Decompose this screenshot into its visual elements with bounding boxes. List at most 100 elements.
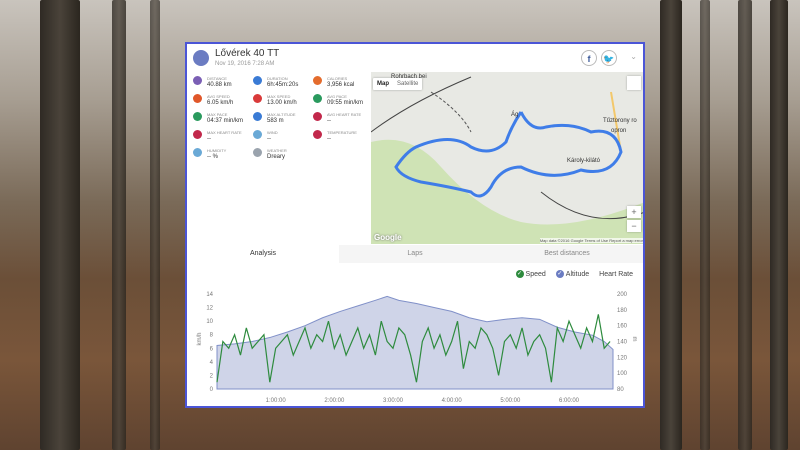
stat-value: --: [267, 136, 271, 142]
stat-value: --: [207, 136, 211, 142]
y-left-tick-label: 14: [206, 292, 213, 298]
stat-value: 04:37 min/km: [207, 118, 244, 124]
map-label: Károly-kilátó: [567, 158, 601, 164]
y-right-tick-label: 200: [617, 292, 628, 298]
map-label: Ág: [511, 112, 519, 118]
y-right-tick-label: 120: [617, 355, 628, 361]
stat-label: Max altitude: [267, 112, 296, 117]
x-tick-label: 1:00:00: [266, 398, 287, 404]
stat-label: Temperature: [327, 130, 357, 135]
stat-label: Calories: [327, 76, 348, 81]
chevron-down-icon[interactable]: ⌄: [630, 52, 637, 61]
route-map[interactable]: Map Satellite Rohrbach bei Tűztorony ro …: [371, 72, 643, 244]
x-tick-label: 3:00:00: [383, 398, 404, 404]
legend-speed[interactable]: ✓ Speed: [515, 270, 546, 278]
analysis-tabs: Analysis Laps Best distances: [187, 245, 643, 263]
stat-label: Distance: [207, 76, 227, 81]
analysis-chart: 0 2 4 6 8 10 12 14 80 100 120 140 160 180 200 1:00:00 2:…: [197, 292, 637, 404]
droplets-icon: [193, 148, 202, 157]
cloud-icon: [253, 148, 262, 157]
stat-value: 09:55 min/km: [327, 100, 364, 106]
stat-label: Avg pace: [327, 94, 347, 99]
clock-icon: [253, 76, 262, 85]
stat-label: Avg speed: [207, 94, 230, 99]
stat-value: 13.00 km/h: [267, 100, 297, 106]
stat-value: 3,956 kcal: [327, 82, 355, 88]
activity-type-icon: [193, 50, 209, 66]
map-canvas: [371, 76, 643, 244]
x-tick-label: 2:00:00: [324, 398, 345, 404]
stat-value: 6h:45m:20s: [267, 82, 299, 88]
activity-date: Nov 19, 2016 7:28 AM: [215, 61, 275, 67]
route-icon: [193, 76, 202, 85]
y-left-tick-label: 0: [210, 387, 214, 393]
x-tick-label: 5:00:00: [500, 398, 521, 404]
stat-label: Avg heart rate: [327, 112, 362, 117]
check-icon: ✓: [555, 270, 564, 278]
y-left-axis-label: km/h: [197, 332, 203, 345]
tab-laps[interactable]: Laps: [339, 245, 491, 263]
stat-label: Max pace: [207, 112, 228, 117]
x-tick-label: 4:00:00: [442, 398, 463, 404]
activity-title: Lővérek 40 TT: [215, 48, 280, 59]
stat-label: Humidity: [207, 148, 227, 153]
google-logo: Google: [374, 233, 402, 242]
y-right-tick-label: 100: [617, 371, 628, 377]
stat-value: 583 m: [267, 118, 284, 124]
activity-header: Lővérek 40 TT Nov 19, 2016 7:28 AM f 🐦 ⌄: [187, 44, 643, 72]
y-left-tick-label: 8: [210, 333, 214, 339]
stat-value: --: [327, 118, 331, 124]
y-left-tick-label: 10: [206, 319, 213, 325]
stat-label: Wind: [267, 130, 278, 135]
map-label: opron: [611, 128, 627, 134]
twitter-share-icon[interactable]: 🐦: [601, 50, 617, 66]
stat-label: Weather: [267, 148, 287, 153]
legend-speed-label: Speed: [525, 270, 546, 278]
y-left-tick-label: 2: [210, 373, 214, 379]
zoom-out-button[interactable]: −: [627, 220, 641, 232]
wind-icon: [253, 130, 262, 139]
x-tick-label: 6:00:00: [559, 398, 580, 404]
tab-best-distances[interactable]: Best distances: [491, 245, 643, 263]
stat-label: Max heart rate: [207, 130, 242, 135]
heart-icon: [313, 112, 322, 121]
pace-icon: [193, 112, 202, 121]
stat-label: Max speed: [267, 94, 291, 99]
route-path: [394, 111, 623, 198]
y-left-tick-label: 12: [206, 306, 213, 312]
y-left-tick-label: 4: [210, 360, 214, 366]
facebook-share-icon[interactable]: f: [581, 50, 597, 66]
stat-value: --: [327, 136, 331, 142]
chart-legend: ✓ Speed ✓ Altitude Heart Rate: [515, 270, 633, 278]
heart-icon: [193, 130, 202, 139]
y-left-tick-label: 6: [210, 346, 214, 352]
stats-grid: Distance 40.88 km Duration 6h:45m:20s Calori…: [193, 76, 371, 244]
flame-icon: [313, 76, 322, 85]
y-right-tick-label: 160: [617, 324, 628, 330]
stat-label: Duration: [267, 76, 288, 81]
legend-altitude-label: Altitude: [565, 270, 590, 278]
map-label: Rohrbach bei: [391, 74, 427, 80]
tab-analysis[interactable]: Analysis: [187, 245, 339, 263]
activity-card: Lővérek 40 TT Nov 19, 2016 7:28 AM f 🐦 ⌄…: [185, 42, 645, 408]
map-attribution[interactable]: Map data ©2016 Google Terms of Use Repor…: [539, 238, 643, 243]
fullscreen-icon[interactable]: [627, 76, 641, 90]
map-tab-map[interactable]: Map: [373, 78, 393, 90]
speedometer-icon: [193, 94, 202, 103]
map-label: Tűztorony ro: [603, 118, 637, 124]
y-right-axis-label: m: [631, 337, 637, 342]
mountain-icon: [253, 112, 262, 121]
speedometer-icon: [253, 94, 262, 103]
zoom-in-button[interactable]: +: [627, 206, 641, 218]
stat-value: Dreary: [267, 154, 286, 160]
y-right-tick-label: 80: [617, 387, 624, 393]
stat-value: -- %: [207, 154, 218, 160]
legend-altitude[interactable]: ✓ Altitude: [555, 270, 590, 278]
y-right-tick-label: 180: [617, 308, 628, 314]
check-icon: ✓: [515, 270, 524, 278]
legend-heart-rate[interactable]: Heart Rate: [599, 271, 633, 278]
legend-heart-rate-label: Heart Rate: [599, 270, 633, 278]
y-right-tick-label: 140: [617, 340, 628, 346]
thermometer-icon: [313, 130, 322, 139]
stat-value: 40.88 km: [207, 82, 232, 88]
